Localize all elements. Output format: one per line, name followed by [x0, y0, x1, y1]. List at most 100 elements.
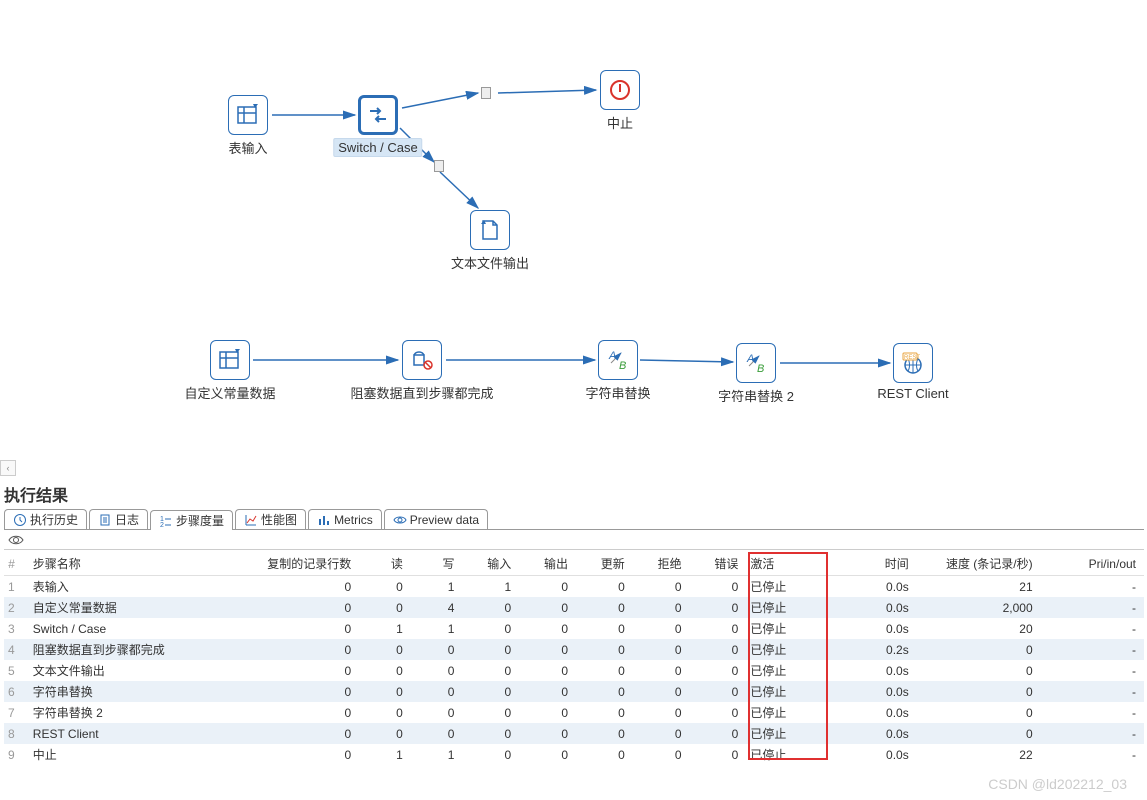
node-str-replace[interactable]: AB: [598, 340, 638, 380]
tab-step-metrics[interactable]: 12 步骤度量: [150, 510, 233, 530]
results-title: 执行结果: [4, 482, 68, 506]
table-row[interactable]: 9中止01100000已停止0.0s22-: [4, 744, 1144, 765]
cell-in: 0: [462, 597, 519, 618]
node-rest-client[interactable]: REST: [893, 343, 933, 383]
cell-rej: 0: [633, 639, 690, 660]
cell-write: 0: [411, 639, 463, 660]
cell-read: 0: [359, 702, 411, 723]
table-row[interactable]: 7字符串替换 200000000已停止0.0s0-: [4, 702, 1144, 723]
node-text-file-output[interactable]: [470, 210, 510, 250]
table-row[interactable]: 4阻塞数据直到步骤都完成00000000已停止0.2s0-: [4, 639, 1144, 660]
cell-active: 已停止: [746, 660, 839, 681]
table-header[interactable]: # 步骤名称 复制的记录行数 读 写 输入 输出 更新 拒绝 错误 激活 时间 …: [4, 552, 1144, 576]
node-str-replace-2[interactable]: AB: [736, 343, 776, 383]
col-reject[interactable]: 拒绝: [633, 552, 690, 576]
cell-pio: -: [1041, 576, 1144, 598]
scroll-corner[interactable]: ‹: [0, 460, 16, 476]
col-active[interactable]: 激活: [746, 552, 839, 576]
cell-read: 0: [359, 723, 411, 744]
col-output[interactable]: 输出: [519, 552, 576, 576]
cell-in: 0: [462, 681, 519, 702]
tab-perf-graph[interactable]: 性能图: [235, 509, 306, 529]
col-speed[interactable]: 速度 (条记录/秒): [917, 552, 1041, 576]
replace-icon: AB: [743, 350, 769, 376]
col-time[interactable]: 时间: [839, 552, 916, 576]
table-row[interactable]: 5文本文件输出00000000已停止0.0s0-: [4, 660, 1144, 681]
text-file-icon: [478, 218, 502, 242]
col-input[interactable]: 输入: [462, 552, 519, 576]
node-block-until[interactable]: [402, 340, 442, 380]
cell-rej: 0: [633, 681, 690, 702]
cell-out: 0: [519, 639, 576, 660]
tab-metrics[interactable]: Metrics: [308, 509, 382, 529]
col-copy[interactable]: 复制的记录行数: [256, 552, 359, 576]
tab-preview-data[interactable]: Preview data: [384, 509, 488, 529]
col-step-name[interactable]: 步骤名称: [29, 552, 256, 576]
eye-icon[interactable]: [8, 532, 24, 548]
cell-time: 0.0s: [839, 660, 916, 681]
cell-err: 0: [690, 681, 747, 702]
cell-rej: 0: [633, 723, 690, 744]
cell-copy: 0: [256, 576, 359, 598]
cell-rej: 0: [633, 660, 690, 681]
node-label-const-data: 自定义常量数据: [184, 383, 275, 402]
cell-write: 1: [411, 576, 463, 598]
cell-err: 0: [690, 597, 747, 618]
col-idx[interactable]: #: [4, 552, 29, 576]
cell-n: 2: [4, 597, 29, 618]
col-update[interactable]: 更新: [576, 552, 633, 576]
cell-n: 8: [4, 723, 29, 744]
clock-icon: [13, 513, 27, 527]
chart-line-icon: [244, 513, 258, 527]
watermark: CSDN @ld202212_03: [988, 776, 1127, 792]
cell-write: 1: [411, 618, 463, 639]
cell-write: 1: [411, 744, 463, 765]
cell-copy: 0: [256, 618, 359, 639]
table-row[interactable]: 6字符串替换00000000已停止0.0s0-: [4, 681, 1144, 702]
cell-err: 0: [690, 618, 747, 639]
cell-read: 0: [359, 681, 411, 702]
node-const-data[interactable]: [210, 340, 250, 380]
hop-dist-icon: [434, 160, 444, 172]
cell-upd: 0: [576, 660, 633, 681]
node-table-input[interactable]: [228, 95, 268, 135]
cell-in: 0: [462, 660, 519, 681]
cell-write: 0: [411, 660, 463, 681]
table-input-icon: [235, 102, 261, 128]
cell-rej: 0: [633, 618, 690, 639]
col-read[interactable]: 读: [359, 552, 411, 576]
table-row[interactable]: 3Switch / Case01100000已停止0.0s20-: [4, 618, 1144, 639]
cell-out: 0: [519, 681, 576, 702]
table-row[interactable]: 1表输入00110000已停止0.0s21-: [4, 576, 1144, 598]
col-pio[interactable]: Pri/in/out: [1041, 552, 1144, 576]
cell-err: 0: [690, 702, 747, 723]
col-write[interactable]: 写: [411, 552, 463, 576]
tab-label: Preview data: [410, 513, 479, 527]
cell-name: 自定义常量数据: [29, 597, 256, 618]
node-abort[interactable]: [600, 70, 640, 110]
tab-exec-history[interactable]: 执行历史: [4, 509, 87, 529]
table-row[interactable]: 8REST Client00000000已停止0.0s0-: [4, 723, 1144, 744]
cell-pio: -: [1041, 702, 1144, 723]
table-row[interactable]: 2自定义常量数据00400000已停止0.0s2,000-: [4, 597, 1144, 618]
cell-copy: 0: [256, 597, 359, 618]
cell-active: 已停止: [746, 576, 839, 598]
cell-in: 0: [462, 723, 519, 744]
cell-time: 0.0s: [839, 597, 916, 618]
table-input-icon: [217, 347, 243, 373]
tab-log[interactable]: 日志: [89, 509, 148, 529]
metrics-toolbar: [4, 530, 1144, 550]
hop-dist-icon: [481, 87, 491, 99]
col-error[interactable]: 错误: [690, 552, 747, 576]
results-tabs: 执行历史 日志 12 步骤度量 性能图 Metrics Preview data: [4, 508, 1144, 530]
tab-label: Metrics: [334, 513, 373, 527]
cell-n: 7: [4, 702, 29, 723]
svg-text:REST: REST: [904, 355, 920, 361]
cell-time: 0.0s: [839, 723, 916, 744]
svg-text:2: 2: [160, 522, 164, 528]
workflow-canvas[interactable]: 表输入 Switch / Case 中止 文本文件输出 自定义常量数据 阻塞数据…: [0, 0, 1147, 460]
cell-time: 0.0s: [839, 702, 916, 723]
node-switch-case[interactable]: [358, 95, 398, 135]
eye-icon: [393, 513, 407, 527]
cell-speed: 0: [917, 639, 1041, 660]
